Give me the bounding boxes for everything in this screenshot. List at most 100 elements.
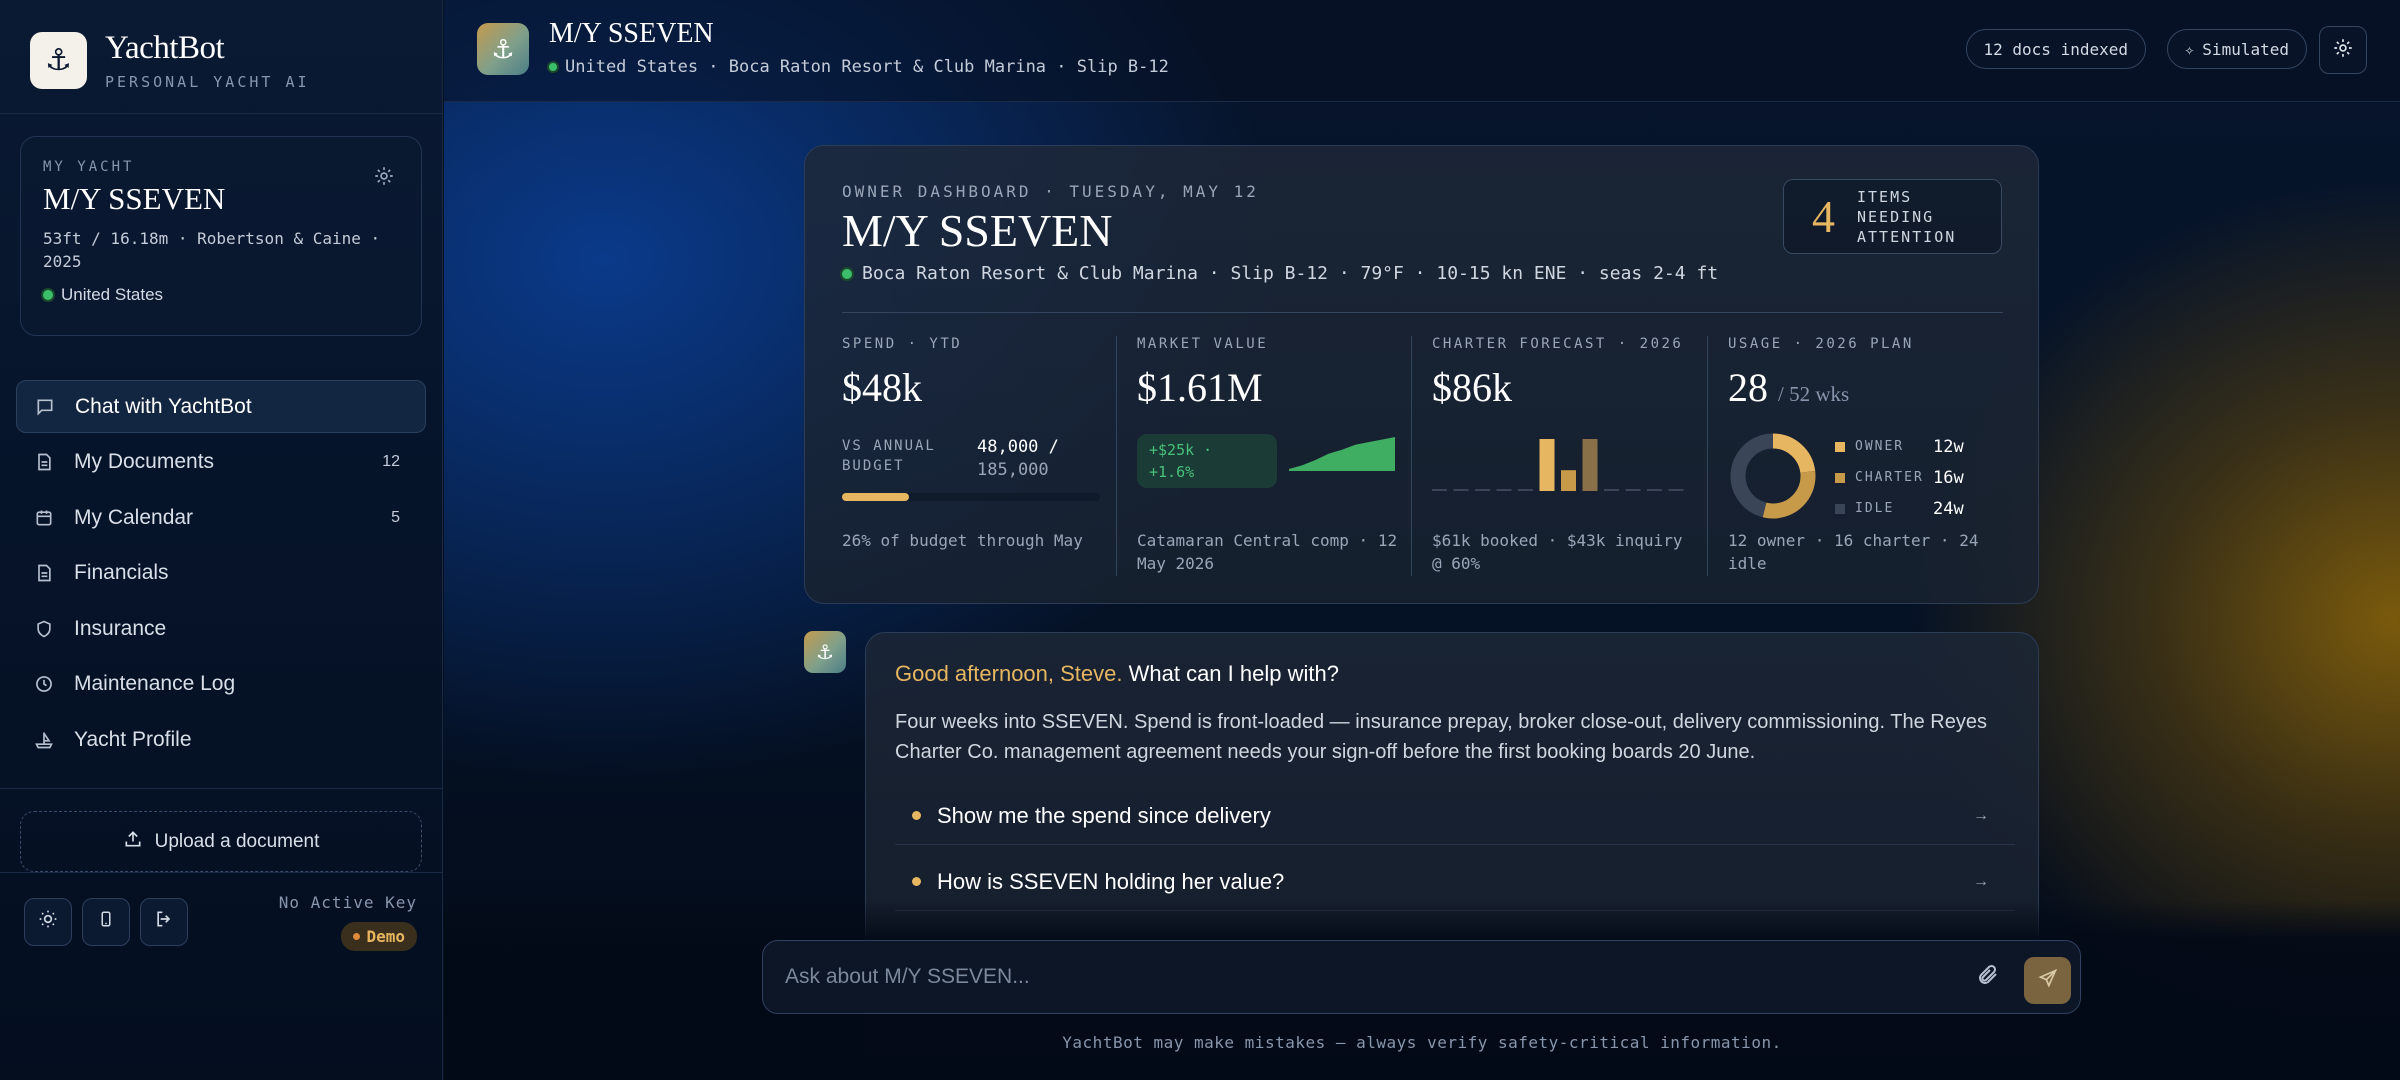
spend-value: $48k [842, 365, 922, 410]
dashboard-title: M/Y SSEVEN [842, 205, 1113, 256]
dashboard-label: OWNER DASHBOARD · TUESDAY, MAY 12 [842, 182, 1259, 201]
suggestion-item[interactable]: Show me the spend since delivery → [895, 787, 2015, 845]
charter-value: $86k [1432, 365, 1512, 410]
bot-avatar: ⚓ [804, 631, 846, 673]
budget-spent: 48,000 / [977, 437, 1059, 457]
upload-icon [123, 829, 143, 855]
gear-icon[interactable] [373, 165, 395, 193]
disclaimer: YachtBot may make mistakes — always veri… [1062, 1033, 1782, 1052]
simulated-mode-pill[interactable]: ✧ Simulated [2166, 29, 2307, 69]
status-dot [842, 268, 852, 279]
simulated-mode-label: Simulated [2202, 39, 2289, 59]
logout-button[interactable] [140, 898, 188, 946]
bullet-icon [912, 877, 921, 886]
sidebar-item-label: Chat with YachtBot [75, 394, 252, 418]
clock-icon [34, 674, 54, 694]
sidebar-item-chat[interactable]: Chat with YachtBot [16, 380, 426, 433]
divider [0, 872, 443, 873]
mobile-view-button[interactable] [82, 898, 130, 946]
logout-icon [154, 909, 174, 935]
budget-row: VS ANNUAL BUDGET 48,000 / 185,000 [842, 436, 1107, 480]
bar-baseline [1518, 489, 1533, 491]
bar-baseline [1475, 489, 1490, 491]
arrow-right-icon: → [1973, 872, 1989, 890]
document-icon [34, 452, 54, 472]
sparkle-icon: ✧ [2184, 39, 2195, 59]
bar [1582, 439, 1598, 491]
budget-label: VS ANNUAL BUDGET [842, 438, 936, 474]
usage-legend: OWNER 12w CHARTER 16w IDLE 24w [1835, 431, 1985, 524]
sidebar-item-financials[interactable]: Financials [16, 547, 426, 600]
budget-progress-bar [842, 493, 1100, 501]
sidebar-item-insurance[interactable]: Insurance [16, 602, 426, 655]
calendar-icon [34, 508, 54, 528]
legend-value: 16w [1933, 467, 1964, 488]
attention-badge[interactable]: 4 ITEMS NEEDING ATTENTION [1783, 179, 2002, 254]
chat-input-box [762, 940, 2081, 1014]
sidebar-item-documents[interactable]: My Documents 12 [16, 436, 426, 489]
sparkline-area [1289, 437, 1395, 471]
market-value-sparkline [1289, 437, 1395, 471]
docs-indexed-pill[interactable]: 12 docs indexed [1965, 29, 2146, 69]
document-icon [34, 563, 54, 583]
main-area: ⚓ M/Y SSEVEN United States · Boca Raton … [444, 0, 2400, 1080]
divider [0, 113, 443, 114]
message-body: Four weeks into SSEVEN. Spend is front-l… [895, 711, 1987, 763]
sidebar-item-label: Financials [74, 561, 169, 584]
sidebar: ⚓ YachtBot PERSONAL YACHT AI MY YACHT M/… [0, 0, 443, 1080]
upload-document-button[interactable]: Upload a document [20, 811, 422, 872]
sidebar-item-calendar[interactable]: My Calendar 5 [16, 491, 426, 544]
divider [1116, 336, 1117, 576]
count-badge: 12 [382, 453, 400, 470]
sidebar-item-label: My Documents [74, 450, 215, 473]
greeting: Good afternoon, Steve. What can I help w… [895, 661, 1339, 687]
status-dot [43, 290, 53, 300]
chat-icon [35, 397, 55, 417]
bar-baseline [1625, 489, 1641, 491]
legend-item-owner: OWNER 12w [1835, 431, 1985, 462]
yacht-name: M/Y SSEVEN [43, 181, 226, 216]
paperclip-icon[interactable] [1976, 963, 2000, 992]
upload-label: Upload a document [154, 830, 320, 852]
bar-baseline [1496, 489, 1512, 491]
legend-item-idle: IDLE 24w [1835, 493, 1985, 524]
dashboard-location: Boca Raton Resort & Club Marina · Slip B… [842, 263, 1718, 284]
market-footnote: Catamaran Central comp · 12 May 2026 [1137, 531, 1398, 573]
shield-icon [34, 619, 54, 639]
page-title: M/Y SSEVEN [549, 18, 714, 49]
sidebar-item-label: My Calendar [74, 505, 194, 529]
boat-icon [34, 730, 54, 750]
sidebar-item-maintenance[interactable]: Maintenance Log [16, 658, 426, 711]
legend-value: 12w [1933, 436, 1964, 457]
suggestion-label: How is SSEVEN holding her value? [937, 868, 1285, 894]
market-value: $1.61M [1137, 365, 1263, 410]
dashboard-location-text: Boca Raton Resort & Club Marina · Slip B… [862, 263, 1719, 284]
theme-toggle-button[interactable] [24, 898, 72, 946]
market-change-percent: +1.6% [1149, 463, 1195, 481]
usage-footnote: 12 owner · 16 charter · 24 idle [1728, 531, 1979, 573]
brand[interactable]: ⚓ YachtBot PERSONAL YACHT AI [30, 30, 310, 91]
sidebar-item-label: Insurance [74, 616, 167, 640]
gear-icon [2332, 37, 2354, 64]
sidebar-item-label: Yacht Profile [74, 727, 192, 751]
charter-label: CHARTER FORECAST · 2026 [1432, 336, 1684, 352]
anchor-icon: ⚓ [816, 641, 834, 664]
yacht-card: MY YACHT M/Y SSEVEN 53ft / 16.18m · Robe… [20, 136, 422, 336]
usage-label: USAGE · 2026 PLAN [1728, 336, 1914, 352]
send-button[interactable] [2024, 957, 2071, 1004]
spend-label: SPEND · YTD [842, 336, 963, 352]
anchor-icon: ⚓ [30, 32, 87, 89]
page-subtitle-text: United States · Boca Raton Resort & Club… [565, 57, 1169, 77]
chat-input[interactable] [785, 965, 1945, 989]
divider [1707, 336, 1708, 576]
usage-stat: USAGE · 2026 PLAN 28 / 52 wks OWNER 12w … [1728, 336, 2018, 576]
arrow-right-icon: → [1973, 806, 1989, 824]
settings-button[interactable] [2319, 26, 2367, 74]
sidebar-item-yacht-profile[interactable]: Yacht Profile [16, 713, 426, 766]
usage-total: / 52 wks [1778, 382, 1850, 406]
greeting-question: What can I help with? [1122, 661, 1339, 686]
phone-icon [97, 909, 115, 935]
sidebar-nav: Chat with YachtBot My Documents 12 My Ca… [16, 380, 426, 769]
greeting-name: Good afternoon, Steve. [895, 661, 1123, 686]
legend-swatch [1835, 472, 1845, 483]
